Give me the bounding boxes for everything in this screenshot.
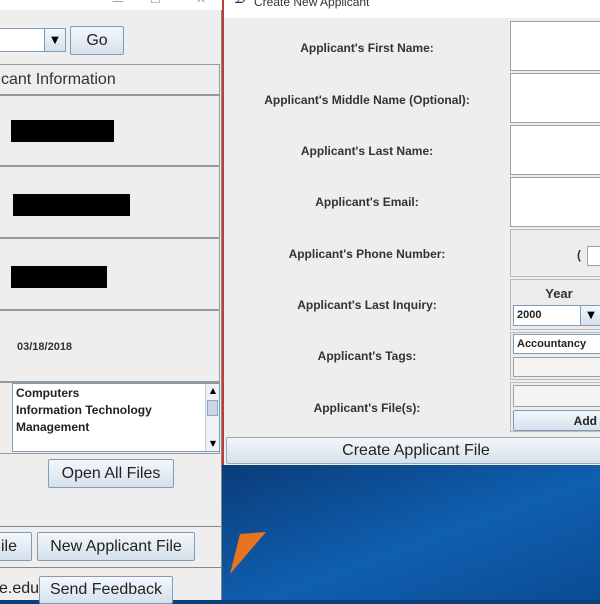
maximize-icon[interactable]: ☐	[150, 0, 161, 6]
dialog-title-bar: ℬ Create New Applicant	[224, 0, 600, 18]
divider	[0, 567, 222, 568]
files-label: Applicant's File(s):	[313, 401, 421, 415]
phone-area-code-field[interactable]	[587, 246, 600, 266]
partial-file-button[interactable]: ile	[0, 532, 32, 561]
last-inquiry-row: 03/18/2018	[0, 310, 220, 382]
tag-item[interactable]: Computers	[16, 386, 79, 400]
open-all-files-button[interactable]: Open All Files	[48, 459, 174, 488]
email-label: Applicant's Email:	[315, 195, 419, 209]
first-name-field[interactable]	[510, 21, 600, 71]
tag-item[interactable]: Information Technology	[16, 403, 152, 417]
first-name-row	[0, 95, 220, 166]
last-inquiry-label: Applicant's Last Inquiry:	[297, 298, 437, 312]
tags-list-field[interactable]	[513, 357, 600, 377]
new-applicant-file-button[interactable]: New Applicant File	[37, 532, 195, 561]
last-name-label: Applicant's Last Name:	[300, 144, 434, 158]
redacted-email	[11, 266, 107, 288]
tags-label: Applicant's Tags:	[317, 349, 417, 363]
dialog-title: Create New Applicant	[254, 0, 370, 9]
phone-panel: (	[510, 229, 600, 277]
inquiry-panel: Year 2000 ▼	[510, 279, 600, 330]
redacted-last-name	[13, 194, 130, 216]
middle-name-label: Applicant's Middle Name (Optional):	[264, 93, 470, 107]
section-title: cant Information	[1, 70, 116, 88]
minimize-icon[interactable]: —	[112, 0, 124, 8]
tags-scrollbar[interactable]: ▲ ▼	[205, 384, 219, 451]
scroll-thumb[interactable]	[207, 400, 218, 416]
email-row	[0, 238, 220, 310]
applicant-search-combo[interactable]: ▼	[0, 28, 66, 52]
year-value: 2000	[517, 309, 542, 321]
applicant-info-header: cant Information	[0, 64, 220, 95]
first-name-label: Applicant's First Name:	[300, 41, 434, 55]
scroll-down-icon[interactable]: ▼	[206, 437, 220, 451]
last-name-row	[0, 166, 220, 238]
main-window: — ☐ ✕ ▼ Go cant Information 03/18/2018 C…	[0, 0, 222, 604]
last-inquiry-date: 03/18/2018	[17, 341, 73, 353]
desktop-logo-icon	[230, 532, 266, 574]
create-applicant-file-button[interactable]: Create Applicant File	[226, 437, 600, 464]
year-combo[interactable]: 2000 ▼	[513, 305, 600, 326]
year-label: Year	[545, 286, 573, 301]
email-field[interactable]	[510, 177, 600, 227]
create-applicant-dialog: ℬ Create New Applicant Applicant's First…	[222, 0, 600, 465]
divider	[0, 526, 222, 527]
app-icon: ℬ	[234, 0, 246, 7]
chevron-down-icon[interactable]: ▼	[44, 29, 65, 51]
tag-combo[interactable]: Accountancy	[513, 334, 600, 354]
desktop-background	[222, 464, 600, 600]
scroll-up-icon[interactable]: ▲	[206, 384, 220, 398]
phone-label: Applicant's Phone Number:	[288, 247, 446, 261]
phone-paren: (	[577, 248, 581, 262]
close-icon[interactable]: ✕	[196, 0, 206, 6]
tags-panel: Accountancy	[510, 332, 600, 380]
go-button[interactable]: Go	[70, 26, 124, 55]
tag-item[interactable]: Management	[16, 420, 89, 434]
add-file-button[interactable]: Add	[513, 410, 600, 431]
feedback-email-text: e.edu)	[0, 580, 45, 597]
chevron-down-icon[interactable]: ▼	[580, 306, 600, 325]
tags-list[interactable]: Computers Information Technology Managem…	[12, 383, 220, 452]
middle-name-field[interactable]	[510, 73, 600, 123]
files-list-field[interactable]	[513, 385, 600, 407]
redacted-first-name	[11, 120, 114, 142]
window-title-bar: — ☐ ✕	[0, 0, 222, 10]
files-panel: Add	[510, 382, 600, 432]
tag-value: Accountancy	[517, 338, 587, 350]
last-name-field[interactable]	[510, 125, 600, 175]
